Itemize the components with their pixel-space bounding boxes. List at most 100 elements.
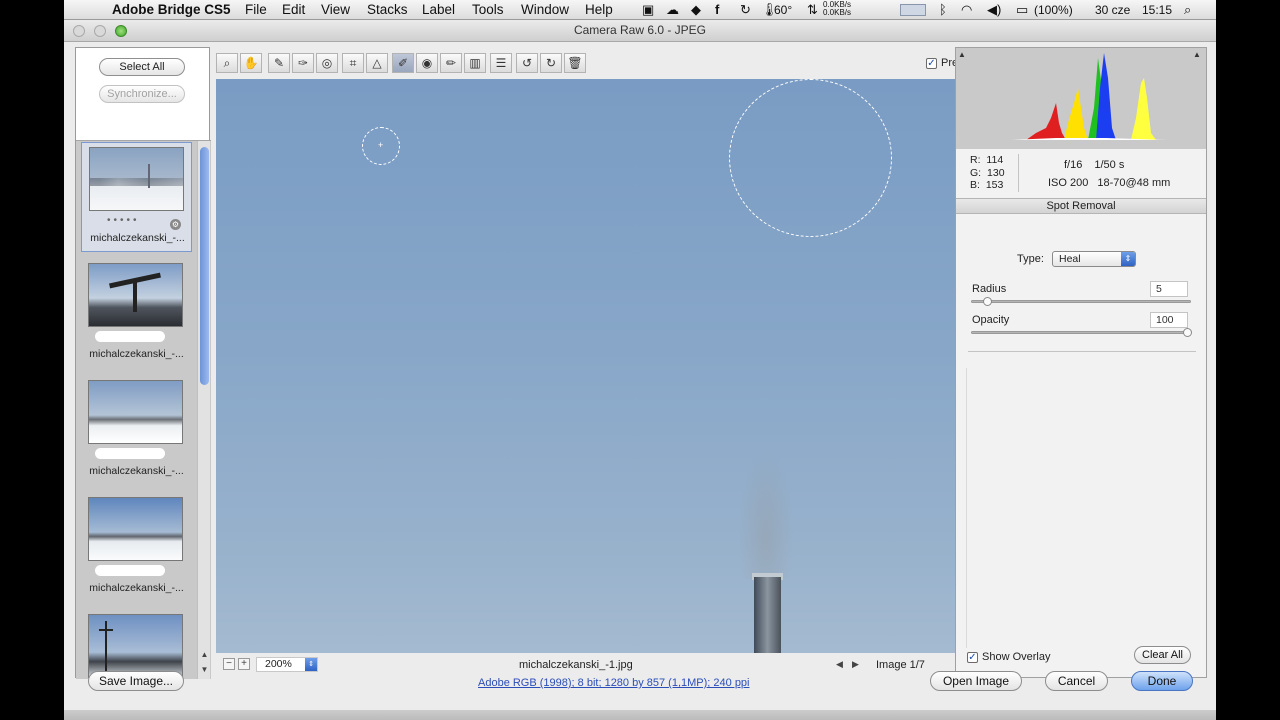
clear-all-button[interactable]: Clear All (1134, 646, 1191, 664)
menu-file[interactable]: File (245, 2, 267, 17)
save-image-button[interactable]: Save Image... (88, 671, 184, 691)
radius-slider-knob[interactable] (982, 297, 992, 306)
battery-icon[interactable]: ▭ (1016, 2, 1028, 18)
minimize-window-icon[interactable] (94, 25, 106, 37)
section-divider (968, 351, 1196, 352)
crop-tool-icon[interactable]: ⌗ (342, 53, 364, 73)
image-preview-canvas[interactable]: + (216, 79, 1015, 653)
camera-raw-window: Camera Raw 6.0 - JPEG Select All Synchro… (64, 20, 1216, 710)
synchronize-button[interactable]: Synchronize... (99, 85, 185, 103)
thumbnail-image (88, 497, 183, 561)
thumbnail-item[interactable]: michalczekanski_-... (81, 493, 192, 603)
cancel-button[interactable]: Cancel (1045, 671, 1108, 691)
zoom-window-icon[interactable] (115, 25, 127, 37)
time[interactable]: 15:15 (1142, 3, 1172, 17)
menu-stacks[interactable]: Stacks (367, 2, 408, 17)
tool-toolbar: ⌕ ✋ ✎ ✑ ◎ ⌗ △ ✐ ◉ ✏ ▥ ☰ ↺ ↻ 🗑 ✓ Preview … (216, 50, 1014, 78)
spot-removal-tool-icon[interactable]: ✐ (392, 53, 414, 73)
close-window-icon[interactable] (73, 25, 85, 37)
radius-field[interactable]: 5 (1150, 281, 1188, 297)
rotate-left-icon[interactable]: ↺ (516, 53, 538, 73)
preferences-icon[interactable]: ☰ (490, 53, 512, 73)
filmstrip-scrollbar[interactable]: ▲ ▼ (197, 141, 210, 679)
zoom-level-select[interactable]: 200% ⇕ (256, 657, 318, 672)
iso: ISO 200 (1048, 177, 1089, 189)
cross-bar (99, 629, 113, 631)
desktop-bottom-strip (64, 710, 1216, 720)
volume-icon[interactable]: ◀) (987, 2, 1001, 18)
select-all-button[interactable]: Select All (99, 58, 185, 76)
wifi-icon[interactable]: ◠ (961, 2, 972, 18)
exif-readout: f/16 1/50 s ISO 200 18-70@48 mm (1048, 156, 1170, 192)
thumbnail-item[interactable]: michalczekanski_-... (81, 376, 192, 486)
workflow-options-link[interactable]: Adobe RGB (1998); 8 bit; 1280 by 857 (1,… (478, 677, 750, 689)
open-image-button[interactable]: Open Image (930, 671, 1022, 691)
straighten-tool-icon[interactable]: △ (366, 53, 388, 73)
rating-bar[interactable] (95, 448, 165, 459)
menu-window[interactable]: Window (521, 2, 569, 17)
rotate-right-icon[interactable]: ↻ (540, 53, 562, 73)
menu-label[interactable]: Label (422, 2, 455, 17)
thumbnail-item[interactable]: ••••• ⚙ michalczekanski_-... (81, 142, 192, 252)
opacity-slider-knob[interactable] (1183, 328, 1192, 337)
radius-slider[interactable] (971, 297, 1191, 306)
canvas-status-bar: − + 200% ⇕ michalczekanski_-1.jpg ◀ ▶ Im… (216, 655, 1015, 677)
app-menu[interactable]: Adobe Bridge CS5 (112, 2, 231, 17)
thumbnail-item[interactable]: michalczekanski_-... (81, 259, 192, 369)
thumbnail-name: michalczekanski_-... (90, 232, 185, 244)
dropbox-icon[interactable]: ◆ (691, 2, 701, 18)
bluetooth-icon[interactable]: ᛒ (939, 2, 947, 17)
rating-bar[interactable] (95, 331, 165, 342)
graduated-filter-icon[interactable]: ▥ (464, 53, 486, 73)
zoom-tool-icon[interactable]: ⌕ (216, 53, 238, 73)
rating-dots[interactable]: ••••• (107, 215, 140, 226)
show-overlay-checkbox[interactable]: ✓ (967, 652, 978, 663)
hand-tool-icon[interactable]: ✋ (240, 53, 262, 73)
sync-icon[interactable]: ↻ (740, 2, 751, 18)
targeted-adjustment-tool-icon[interactable]: ◎ (316, 53, 338, 73)
date[interactable]: 30 cze (1095, 3, 1130, 17)
cloud-icon[interactable]: ☁ (666, 2, 679, 18)
done-button[interactable]: Done (1131, 671, 1193, 691)
zoom-in-button[interactable]: + (238, 658, 250, 670)
adjustment-brush-icon[interactable]: ✏ (440, 53, 462, 73)
facebook-icon[interactable]: f (715, 2, 719, 17)
opacity-field[interactable]: 100 (1150, 312, 1188, 328)
battery-percent: (100%) (1034, 3, 1073, 17)
next-image-icon[interactable]: ▶ (852, 659, 859, 670)
thumbnail-name: michalczekanski_-... (89, 582, 184, 594)
thumbnail-image (88, 380, 183, 444)
g-label: G: (970, 166, 982, 179)
white-balance-tool-icon[interactable]: ✎ (268, 53, 290, 73)
menu-tools[interactable]: Tools (472, 2, 504, 17)
menubar: Adobe Bridge CS5 File Edit View Stacks L… (64, 0, 1216, 20)
cpu-meter-icon[interactable] (900, 4, 926, 16)
menu-view[interactable]: View (321, 2, 350, 17)
rating-bar[interactable] (95, 565, 165, 576)
color-sampler-tool-icon[interactable]: ✑ (292, 53, 314, 73)
opacity-slider[interactable] (971, 328, 1192, 337)
trash-icon[interactable]: 🗑 (564, 53, 586, 73)
zoom-arrows-icon[interactable]: ⇕ (305, 658, 317, 671)
facetime-icon[interactable]: ▣ (642, 2, 654, 18)
thumbnail-item[interactable] (81, 610, 192, 679)
brush-cursor-circle (729, 79, 892, 237)
r-value: 114 (986, 154, 1004, 166)
red-eye-tool-icon[interactable]: ◉ (416, 53, 438, 73)
pumpjack-post (133, 282, 137, 312)
menu-help[interactable]: Help (585, 2, 613, 17)
scroll-up-icon[interactable]: ▲ (199, 650, 210, 659)
preview-checkbox[interactable]: ✓ (926, 58, 937, 69)
rgb-readout: R: 114 G: 130 B: 153 (970, 154, 1005, 192)
scrollbar-thumb[interactable] (200, 147, 209, 385)
spotlight-search-icon[interactable]: ⌕ (1184, 2, 1191, 18)
prev-image-icon[interactable]: ◀ (836, 659, 843, 670)
highlight-clipping-icon[interactable]: ▲ (1193, 50, 1201, 59)
screen: Adobe Bridge CS5 File Edit View Stacks L… (64, 0, 1216, 720)
scroll-down-icon[interactable]: ▼ (199, 665, 210, 674)
zoom-out-button[interactable]: − (223, 658, 235, 670)
menu-edit[interactable]: Edit (282, 2, 305, 17)
spot-source-circle[interactable]: + (362, 127, 400, 165)
shadow-clipping-icon[interactable]: ▲ (958, 50, 966, 59)
type-select[interactable]: Heal ⇕ (1052, 251, 1136, 267)
